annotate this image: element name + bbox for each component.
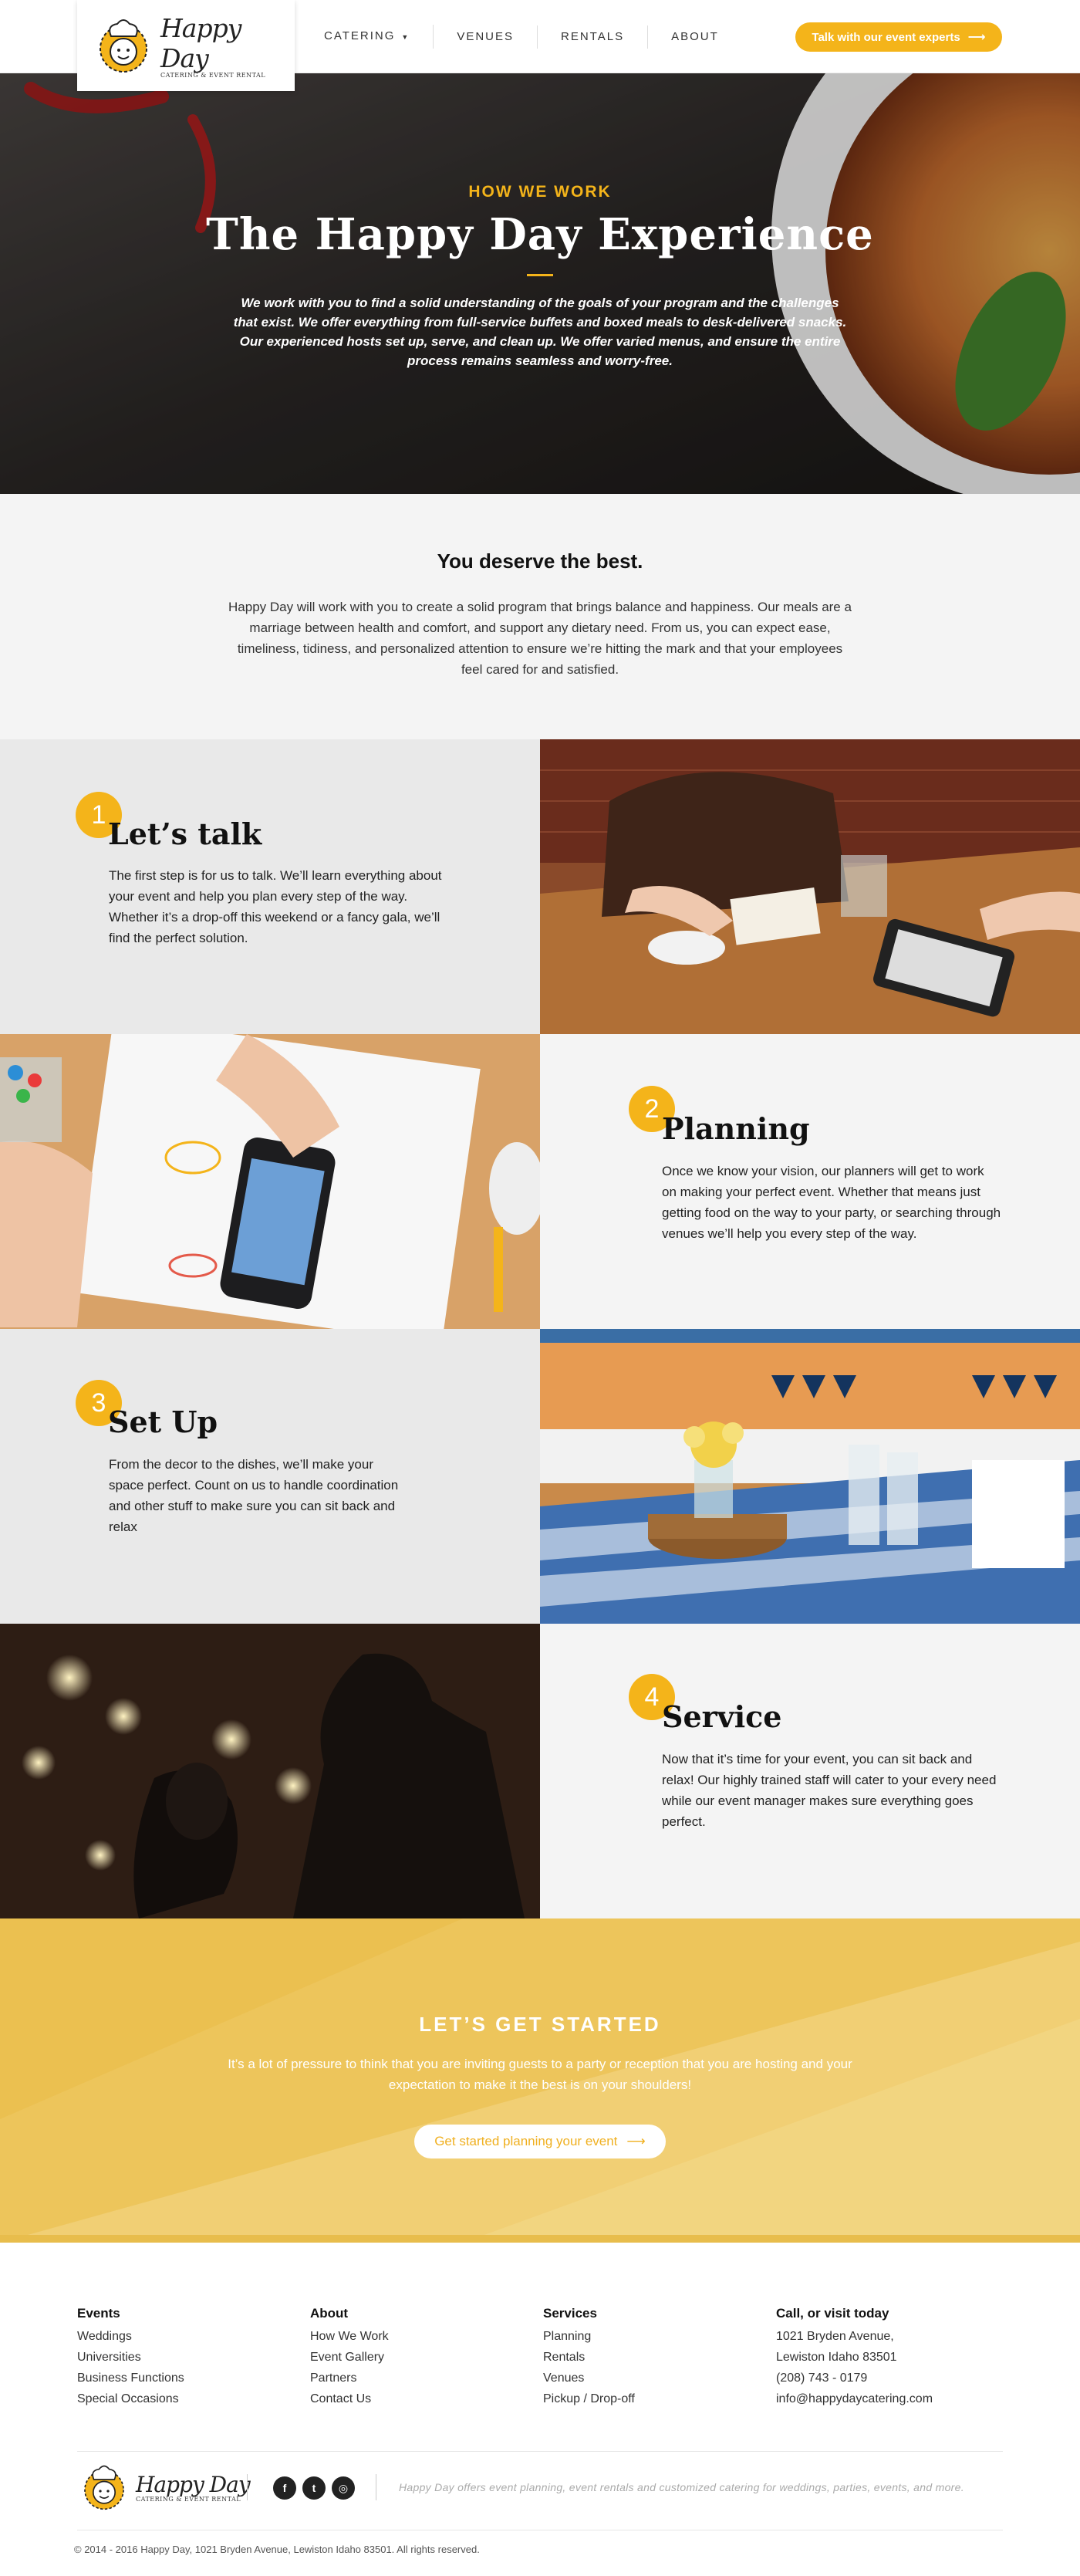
page-title: The Happy Day Experience <box>206 209 874 260</box>
menu-item-rentals[interactable]: RENTALS <box>538 25 649 49</box>
copyright: © 2014 - 2016 Happy Day, 1021 Bryden Ave… <box>74 2544 480 2555</box>
caret-down-icon: ▼ <box>401 32 410 41</box>
get-started-text: It’s a lot of pressure to think that you… <box>228 2057 852 2092</box>
footer-link[interactable]: Pickup / Drop-off <box>543 2388 776 2409</box>
footer-address-line: 1021 Bryden Avenue, <box>776 2330 894 2343</box>
menu-item-label: CATERING <box>324 29 396 43</box>
step-title: Planning <box>662 1111 810 1146</box>
step-row-3: 3 Set Up From the decor to the dishes, w… <box>0 1329 1080 1624</box>
logo[interactable]: Happy Day CATERING & EVENT RENTAL <box>77 0 295 91</box>
main-menu: CATERING ▼ VENUES RENTALS ABOUT <box>301 0 742 73</box>
chef-logo-icon <box>77 2460 131 2514</box>
footer-link[interactable]: Contact Us <box>310 2388 543 2409</box>
step-row-1: 1 Let’s talk The first step is for us to… <box>0 739 1080 1034</box>
logo-tagline: CATERING & EVENT RENTAL <box>136 2496 241 2503</box>
step-row-4: 4 Service Now that it’s time for your ev… <box>0 1624 1080 1918</box>
footer-link[interactable]: Event Gallery <box>310 2347 543 2368</box>
footer-logo[interactable]: Happy Day CATERING & EVENT RENTAL <box>77 2460 251 2514</box>
footer-link[interactable]: Business Functions <box>77 2368 310 2388</box>
hero-eyebrow: HOW WE WORK <box>468 183 612 201</box>
banquet-photo <box>540 1329 1080 1624</box>
step-text: From the decor to the dishes, we’ll make… <box>109 1457 399 1534</box>
hero-description: We work with you to find a solid underst… <box>233 296 847 368</box>
sparkler-photo <box>0 1624 540 1918</box>
social-links: f t ◎ <box>273 2476 361 2500</box>
step-text: Now that it’s time for your event, you c… <box>662 1752 997 1829</box>
intro-heading: You deserve the best. <box>437 549 643 573</box>
logo-wordmark: Happy Day <box>160 12 241 73</box>
step-title: Let’s talk <box>108 816 262 851</box>
get-started-button[interactable]: Get started planning your event ⟶ <box>414 2125 666 2158</box>
footer-column-contact: Call, or visit today 1021 Bryden Avenue,… <box>776 2306 1009 2409</box>
title-underline <box>527 274 553 276</box>
footer-separator <box>247 2474 248 2500</box>
logo-tagline: CATERING & EVENT RENTAL <box>160 71 266 79</box>
talk-to-experts-button[interactable]: Talk with our event experts ⟶ <box>795 22 1002 52</box>
get-started-heading: LET’S GET STARTED <box>419 2013 661 2036</box>
footer-link[interactable]: Planning <box>543 2326 776 2347</box>
get-started-section: LET’S GET STARTED It’s a lot of pressure… <box>0 1918 1080 2243</box>
footer-link[interactable]: Partners <box>310 2368 543 2388</box>
footer-divider <box>77 2451 1003 2452</box>
footer-column-services: Services Planning Rentals Venues Pickup … <box>543 2306 776 2409</box>
footer-column-about: About How We Work Event Gallery Partners… <box>310 2306 543 2409</box>
arrow-right-icon: ⟶ <box>626 2134 646 2148</box>
intro-text: Happy Day will work with you to create a… <box>228 600 852 677</box>
step-text: The first step is for us to talk. We’ll … <box>109 868 442 945</box>
instagram-icon[interactable]: ◎ <box>332 2476 355 2500</box>
footer-link[interactable]: Rentals <box>543 2347 776 2368</box>
footer-column-title: Call, or visit today <box>776 2306 889 2321</box>
menu-item-venues[interactable]: VENUES <box>434 25 538 49</box>
footer-tagline: Happy Day offers event planning, event r… <box>399 2481 964 2493</box>
footer-link[interactable]: Venues <box>543 2368 776 2388</box>
menu-item-catering[interactable]: CATERING ▼ <box>301 25 434 49</box>
footer-column-title: Services <box>543 2306 597 2321</box>
step-row-2: 2 Planning Once we know your vision, our… <box>0 1034 1080 1329</box>
footer: Events Weddings Universities Business Fu… <box>0 2243 1080 2568</box>
footer-column-title: Events <box>77 2306 120 2321</box>
footer-link[interactable]: Universities <box>77 2347 310 2368</box>
chef-logo-icon <box>91 13 156 78</box>
arrow-right-icon: ⟶ <box>967 31 986 44</box>
footer-link[interactable]: How We Work <box>310 2326 543 2347</box>
step-title: Set Up <box>108 1405 218 1439</box>
footer-column-title: About <box>310 2306 349 2321</box>
logo-wordmark: Happy Day <box>136 2472 251 2497</box>
footer-link[interactable]: Special Occasions <box>77 2388 310 2409</box>
twitter-icon[interactable]: t <box>302 2476 326 2500</box>
footer-address-line: Lewiston Idaho 83501 <box>776 2351 897 2364</box>
planning-photo <box>0 1034 540 1329</box>
facebook-icon[interactable]: f <box>273 2476 296 2500</box>
meeting-photo <box>540 739 1080 1034</box>
footer-email[interactable]: info@happydaycatering.com <box>776 2388 1009 2409</box>
cta-label: Talk with our event experts <box>812 30 960 44</box>
menu-item-about[interactable]: ABOUT <box>648 25 742 49</box>
hero: HOW WE WORK The Happy Day Experience We … <box>0 73 1080 494</box>
intro-section: You deserve the best. Happy Day will wor… <box>0 494 1080 739</box>
footer-link[interactable]: Weddings <box>77 2326 310 2347</box>
footer-column-events: Events Weddings Universities Business Fu… <box>77 2306 310 2409</box>
step-text: Once we know your vision, our planners w… <box>662 1164 1001 1241</box>
get-started-label: Get started planning your event <box>434 2134 618 2148</box>
step-title: Service <box>662 1699 782 1734</box>
footer-phone[interactable]: (208) 743 - 0179 <box>776 2368 1009 2388</box>
top-nav: Happy Day CATERING & EVENT RENTAL CATERI… <box>0 0 1080 91</box>
